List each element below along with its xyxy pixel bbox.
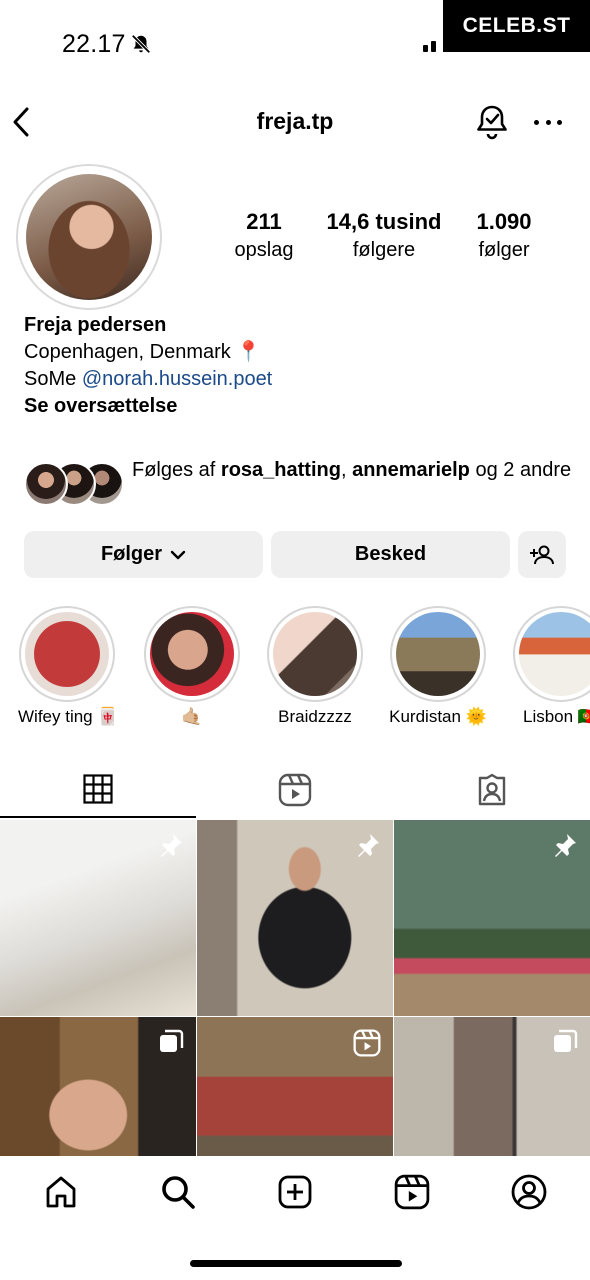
highlight-lisbon[interactable]: Lisbon 🇵🇹 [512,606,590,727]
search-icon [162,1176,195,1209]
carousel-icon [160,1029,184,1052]
mutual-prefix: Følges af [132,459,221,481]
highlight-hand[interactable]: 🤙🏼 [143,606,241,727]
bottom-navigation [0,1156,590,1228]
profile-bio: Freja pedersen Copenhagen, Denmark 📍 SoM… [24,312,272,420]
nav-reels[interactable] [392,1172,432,1212]
post-tile[interactable] [394,820,590,1016]
mutual-followers-text[interactable]: Følges af rosa_hatting, annemarielp og 2… [132,456,572,484]
highlight-kurdistan[interactable]: Kurdistan 🌞 [389,606,487,727]
bio-location: Copenhagen, Denmark 📍 [24,341,262,363]
home-indicator[interactable] [190,1260,402,1267]
pin-icon [358,834,379,857]
mutual-avatar-1 [24,462,68,506]
home-icon [46,1176,76,1208]
grid-icon [83,774,113,804]
highlight-label: Wifey ting 🀄 [18,707,119,726]
following-count[interactable]: 1.090 følger [466,208,542,264]
message-button[interactable]: Besked [271,531,510,578]
reel-icon [353,1029,381,1057]
mutual-followers-avatars[interactable] [24,462,124,506]
nav-create[interactable] [275,1172,315,1212]
chevron-left-icon [13,107,29,137]
highlight-cover [25,612,109,696]
profile-icon [511,1174,547,1210]
highlight-wifey-ting[interactable]: Wifey ting 🀄 [18,606,119,727]
profile-tabs [0,762,590,818]
more-options-button[interactable] [534,110,562,134]
bell-check-icon [477,105,507,140]
mutual-user-2[interactable]: annemarielp [352,459,470,481]
back-button[interactable] [10,104,38,140]
highlight-cover [396,612,480,696]
mutual-separator: , [340,459,353,481]
bell-slash-icon [130,33,152,60]
mutual-suffix: og 2 andre [469,459,572,481]
message-button-label: Besked [354,543,427,565]
avatar-image [26,174,152,300]
bio-some-line: SoMe @norah.hussein.poet [24,366,272,393]
post-tile[interactable] [0,820,196,1016]
nav-search[interactable] [158,1172,198,1212]
tagged-user-icon [478,773,506,806]
posts-count-label: opslag [234,239,294,261]
reels-icon [278,773,312,807]
suggested-users-button[interactable] [518,531,566,578]
bio-mention-link[interactable]: @norah.hussein.poet [82,368,272,390]
post-tile[interactable] [197,820,393,1016]
highlight-label: Lisbon 🇵🇹 [523,707,590,726]
profile-avatar[interactable] [16,164,162,310]
highlight-label: Braidzzzz [278,707,352,726]
chevron-down-icon [170,550,186,559]
posts-count-value: 211 [246,209,282,234]
tab-grid[interactable] [0,762,196,818]
watermark: CELEB.ST [443,0,590,52]
pin-icon [555,834,576,857]
highlight-cover [150,612,234,696]
following-button-label: Følger [100,543,163,565]
add-user-icon [530,545,554,564]
reels-icon [394,1174,430,1210]
profile-full-name: Freja pedersen [24,314,167,336]
highlight-cover [519,612,590,696]
highlight-label: 🤙🏼 [181,707,203,726]
followers-count-value: 14,6 tusind [326,209,442,234]
status-time: 22.17 [62,30,126,58]
create-icon [278,1175,312,1209]
nav-home[interactable] [41,1172,81,1212]
highlight-cover [273,612,357,696]
tab-tagged[interactable] [394,762,590,818]
notifications-button[interactable] [474,103,510,146]
tab-reels[interactable] [197,762,393,818]
following-count-value: 1.090 [476,209,532,234]
nav-profile[interactable] [509,1172,549,1212]
signal-strength-icon [423,38,444,52]
highlight-label: Kurdistan 🌞 [389,707,487,726]
carousel-icon [554,1029,578,1052]
pin-icon [161,834,182,857]
mutual-user-1[interactable]: rosa_hatting [221,459,341,481]
posts-count[interactable]: 211 opslag [226,208,302,264]
see-translation-link[interactable]: Se oversættelse [24,393,272,420]
followers-count-label: følgere [352,239,416,261]
followers-count[interactable]: 14,6 tusind følgere [326,208,442,264]
following-count-label: følger [478,239,530,261]
bio-some-prefix: SoMe [24,368,82,390]
highlight-braidzzzz[interactable]: Braidzzzz [266,606,364,727]
following-button[interactable]: Følger [24,531,263,578]
